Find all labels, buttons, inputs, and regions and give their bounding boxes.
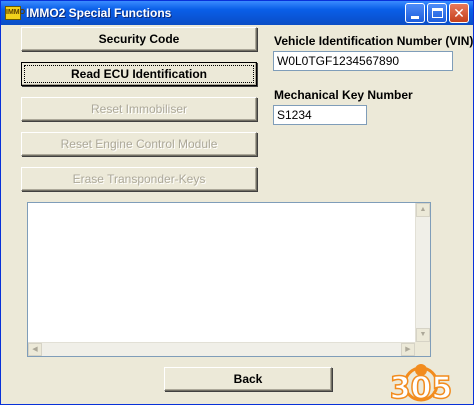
reset-engine-control-module-button[interactable]: Reset Engine Control Module [21,132,257,156]
security-code-button[interactable]: Security Code [21,27,257,51]
minimize-button[interactable] [405,3,425,23]
immo2-window: IMMO IMMO2 Special Functions ✕ Security … [0,0,474,405]
close-button[interactable]: ✕ [449,3,469,23]
erase-transponder-keys-button[interactable]: Erase Transponder-Keys [21,167,257,191]
vertical-scrollbar[interactable]: ▲ ▼ [415,203,430,342]
scrollbar-corner [415,342,430,356]
window-title: IMMO2 Special Functions [26,6,172,20]
vin-field[interactable]: W0L0TGF1234567890 [273,51,453,71]
read-ecu-identification-button[interactable]: Read ECU Identification [21,62,257,86]
horizontal-scrollbar[interactable]: ◀ ▶ [28,342,415,356]
scroll-right-icon[interactable]: ▶ [401,343,415,356]
scroll-left-icon[interactable]: ◀ [28,343,42,356]
minimize-icon [411,16,419,19]
logo-text: 305 [390,371,453,404]
maximize-button[interactable] [427,3,447,23]
back-button[interactable]: Back [164,367,332,391]
title-bar[interactable]: IMMO IMMO2 Special Functions ✕ [1,1,473,25]
app-icon: IMMO [5,6,25,20]
vin-label: Vehicle Identification Number (VIN) [274,34,474,48]
scroll-down-icon[interactable]: ▼ [416,328,430,342]
output-textarea[interactable]: ▲ ▼ ◀ ▶ [27,202,431,357]
mechanical-key-label: Mechanical Key Number [274,88,413,102]
mechanical-key-field[interactable]: S1234 [273,105,367,125]
scroll-up-icon[interactable]: ▲ [416,203,430,217]
close-icon: ✕ [453,5,465,21]
maximize-icon [432,8,443,18]
brand-logo: 305 [389,364,453,404]
reset-immobiliser-button[interactable]: Reset Immobiliser [21,97,257,121]
window-controls: ✕ [405,3,469,23]
